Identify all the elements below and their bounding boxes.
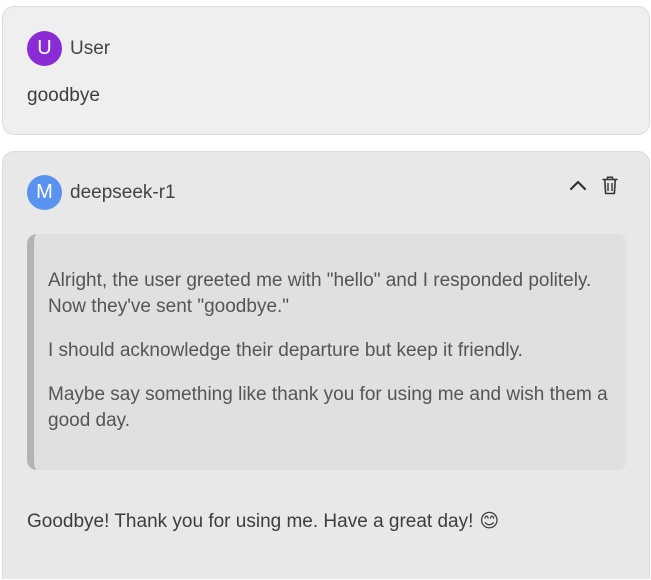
smile-emoji-icon: 😊: [479, 510, 500, 532]
user-sender-name: User: [70, 38, 111, 59]
user-avatar: U: [27, 31, 62, 66]
assistant-sender-name: deepseek-r1: [70, 182, 176, 203]
thinking-block: Alright, the user greeted me with "hello…: [27, 234, 627, 470]
thinking-paragraph: I should acknowledge their departure but…: [48, 340, 523, 361]
user-message-card: U User goodbye: [2, 6, 650, 135]
chevron-up-icon[interactable]: [569, 174, 587, 196]
assistant-message-card: M deepseek-r1 Alright, the user greeted …: [2, 151, 650, 579]
assistant-response: Goodbye! Thank you for using me. Have a …: [27, 508, 499, 535]
chat-view: U User goodbye M deepseek-r1 Alright, th…: [0, 0, 651, 580]
assistant-avatar: M: [27, 175, 62, 210]
user-message-text: goodbye: [27, 85, 100, 106]
message-actions: [569, 174, 619, 196]
trash-icon[interactable]: [601, 174, 619, 196]
thinking-paragraph: Alright, the user greeted me with "hello…: [48, 270, 592, 317]
assistant-response-text: Goodbye! Thank you for using me. Have a …: [27, 511, 474, 532]
thinking-paragraph: Maybe say something like thank you for u…: [48, 384, 608, 431]
